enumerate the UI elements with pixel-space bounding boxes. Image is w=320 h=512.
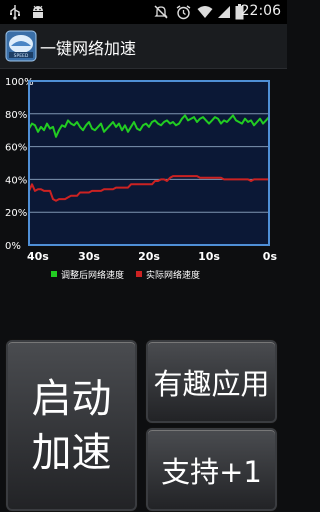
x-tick-label: 30s: [78, 250, 100, 263]
status-time: 22:06: [240, 3, 281, 19]
support-button[interactable]: 支持+1: [146, 428, 277, 511]
start-label-line1: 启动: [31, 375, 112, 422]
legend-swatch: [136, 271, 142, 277]
legend-swatch: [51, 271, 57, 277]
legend-label: 调整后网络速度: [61, 269, 124, 281]
y-tick-label: 0%: [5, 241, 21, 252]
usb-icon: [8, 0, 22, 24]
app-bar: SPEED 一键网络加速: [0, 24, 287, 69]
alarm-icon: [174, 0, 192, 24]
start-label-line2: 加速: [31, 429, 112, 476]
speed-chart: 100%80%60%40%20%0% 40s 30s 20s 10s 0s 调整后网络速…: [5, 77, 277, 281]
app-title: 一键网络加速: [40, 39, 137, 58]
x-tick-label: 20s: [138, 250, 160, 263]
chart-x-axis-labels: 40s 30s 20s 10s 0s: [27, 250, 277, 263]
legend-label: 实际网络速度: [146, 269, 200, 281]
y-tick-label: 60%: [5, 143, 27, 154]
y-tick-label: 80%: [5, 110, 27, 121]
y-tick-label: 20%: [5, 208, 27, 219]
chart-legend: 调整后网络速度 实际网络速度: [51, 269, 200, 281]
android-icon: [28, 0, 48, 24]
y-tick-label: 40%: [5, 175, 27, 186]
svg-text:SPEED: SPEED: [14, 53, 29, 59]
status-bar: 22:06: [0, 0, 287, 24]
chart-plot-background: [29, 81, 269, 245]
x-tick-label: 40s: [27, 250, 49, 263]
support-label: 支持+1: [161, 454, 262, 489]
mute-icon: [152, 0, 170, 24]
fun-apps-label: 有趣应用: [153, 366, 270, 401]
fun-apps-button[interactable]: 有趣应用: [146, 340, 277, 423]
speed-booster-logo-icon: SPEED: [5, 30, 37, 62]
start-accelerate-button[interactable]: 启动 加速: [6, 340, 137, 511]
signal-icon: [215, 0, 233, 24]
wifi-icon: [196, 0, 214, 24]
x-tick-label: 10s: [198, 250, 220, 263]
x-tick-label: 0s: [263, 250, 278, 263]
